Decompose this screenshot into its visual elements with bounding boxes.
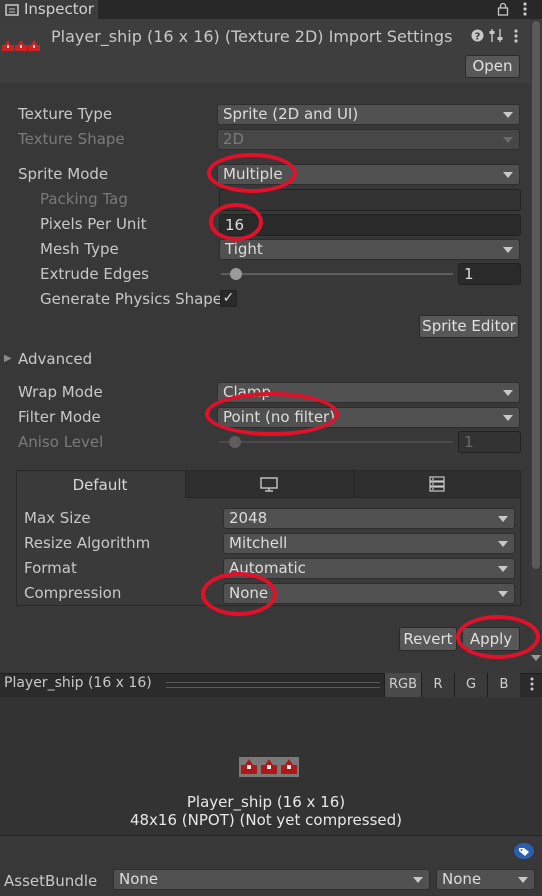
server-icon xyxy=(429,476,445,492)
svg-text:?: ? xyxy=(475,32,481,43)
lock-icon[interactable] xyxy=(497,2,509,16)
texture-type-dropdown[interactable]: Sprite (2D and UI) xyxy=(217,104,520,125)
tag-icon[interactable] xyxy=(513,842,535,860)
tab-default-label: Default xyxy=(72,476,128,494)
format-dropdown[interactable]: Automatic xyxy=(223,558,515,579)
inspector-icon xyxy=(5,4,19,16)
extrude-edges-field[interactable]: 1 xyxy=(458,263,521,285)
pixels-per-unit-field[interactable]: 16 xyxy=(219,214,521,236)
chevron-down-icon xyxy=(498,541,508,547)
mesh-type-label: Mesh Type xyxy=(40,240,119,258)
scroll-down-icon[interactable] xyxy=(531,655,541,661)
extrude-edges-slider-track[interactable] xyxy=(221,273,453,275)
sliders-icon[interactable] xyxy=(489,28,504,43)
resize-algorithm-label: Resize Algorithm xyxy=(24,534,151,552)
kebab-icon[interactable] xyxy=(522,1,528,17)
texture-shape-label: Texture Shape xyxy=(18,130,125,148)
extrude-edges-slider-knob[interactable] xyxy=(230,268,243,280)
tab-server[interactable] xyxy=(354,471,520,498)
compression-label: Compression xyxy=(24,584,122,602)
max-size-dropdown[interactable]: 2048 xyxy=(223,508,515,529)
annotation-circle-filter-mode xyxy=(205,392,339,436)
annotation-circle-apply xyxy=(456,615,540,659)
generate-physics-shape-label: Generate Physics Shape xyxy=(40,290,223,308)
preview-title: Player_ship (16 x 16) xyxy=(4,675,152,691)
channel-g-button[interactable]: G xyxy=(454,673,487,697)
texture-type-label: Texture Type xyxy=(18,105,113,123)
channel-r-button[interactable]: R xyxy=(421,673,454,697)
chevron-down-icon xyxy=(518,877,528,883)
chevron-down-icon xyxy=(503,415,513,421)
tab-inspector[interactable]: Inspector xyxy=(0,0,98,19)
sprite-mode-label: Sprite Mode xyxy=(18,165,109,183)
chevron-down-icon xyxy=(503,247,513,253)
mesh-type-dropdown[interactable]: Tight xyxy=(219,239,520,260)
chevron-down-icon xyxy=(498,591,508,597)
resize-algorithm-dropdown[interactable]: Mitchell xyxy=(223,533,515,554)
texture-shape-dropdown: 2D xyxy=(217,129,520,150)
channel-rgb-button[interactable]: RGB xyxy=(384,673,421,697)
max-size-label: Max Size xyxy=(24,509,91,527)
chevron-down-icon xyxy=(498,516,508,522)
kebab-icon[interactable] xyxy=(513,28,519,44)
monitor-icon xyxy=(260,477,278,492)
chevron-down-icon xyxy=(413,877,423,883)
annotation-circle-compression xyxy=(201,572,277,616)
advanced-foldout-arrow-icon[interactable]: ▶ xyxy=(4,353,12,364)
tab-standalone[interactable] xyxy=(186,471,354,498)
tab-default[interactable]: Default xyxy=(17,471,186,498)
sprite-editor-button[interactable]: Sprite Editor xyxy=(419,315,519,338)
chevron-down-icon xyxy=(503,112,513,118)
asset-bundle-label: AssetBundle xyxy=(4,872,98,890)
extrude-edges-label: Extrude Edges xyxy=(40,265,149,283)
scrollbar-thumb[interactable] xyxy=(532,21,540,569)
pixels-per-unit-label: Pixels Per Unit xyxy=(40,215,147,233)
help-icon[interactable]: ? xyxy=(471,29,484,42)
aniso-level-label: Aniso Level xyxy=(18,433,104,451)
annotation-circle-pixels-per-unit xyxy=(209,203,263,241)
aniso-level-slider-knob xyxy=(229,436,242,448)
format-label: Format xyxy=(24,559,77,577)
packing-tag-field xyxy=(219,189,521,211)
preview-texture-name: Player_ship (16 x 16) xyxy=(186,793,346,811)
chevron-down-icon xyxy=(498,566,508,572)
filter-mode-label: Filter Mode xyxy=(18,408,101,426)
sprite-thumbnail xyxy=(2,40,40,51)
chevron-down-icon xyxy=(503,137,513,143)
chevron-down-icon xyxy=(503,172,513,178)
revert-button[interactable]: Revert xyxy=(399,627,457,651)
sprite-preview-image xyxy=(239,757,299,777)
chevron-down-icon xyxy=(503,390,513,396)
inspector-title: Player_ship (16 x 16) (Texture 2D) Impor… xyxy=(51,27,453,46)
generate-physics-shape-checkbox[interactable]: ✓ xyxy=(220,290,237,307)
preview-texture-info: 48x16 (NPOT) (Not yet compressed) xyxy=(129,811,403,829)
packing-tag-label: Packing Tag xyxy=(40,190,128,208)
kebab-icon[interactable] xyxy=(529,676,535,692)
advanced-foldout-label[interactable]: Advanced xyxy=(18,350,92,368)
open-button[interactable]: Open xyxy=(465,55,520,78)
annotation-circle-sprite-mode xyxy=(207,153,297,193)
channel-b-button[interactable]: B xyxy=(487,673,520,697)
wrap-mode-label: Wrap Mode xyxy=(18,383,103,401)
aniso-level-field: 1 xyxy=(458,431,521,453)
preview-drag-handle[interactable] xyxy=(166,682,380,688)
aniso-level-slider-track xyxy=(219,441,453,443)
asset-bundle-name-dropdown[interactable]: None xyxy=(113,869,430,890)
asset-bundle-variant-dropdown[interactable]: None xyxy=(436,869,535,890)
tab-label: Inspector xyxy=(24,0,94,18)
